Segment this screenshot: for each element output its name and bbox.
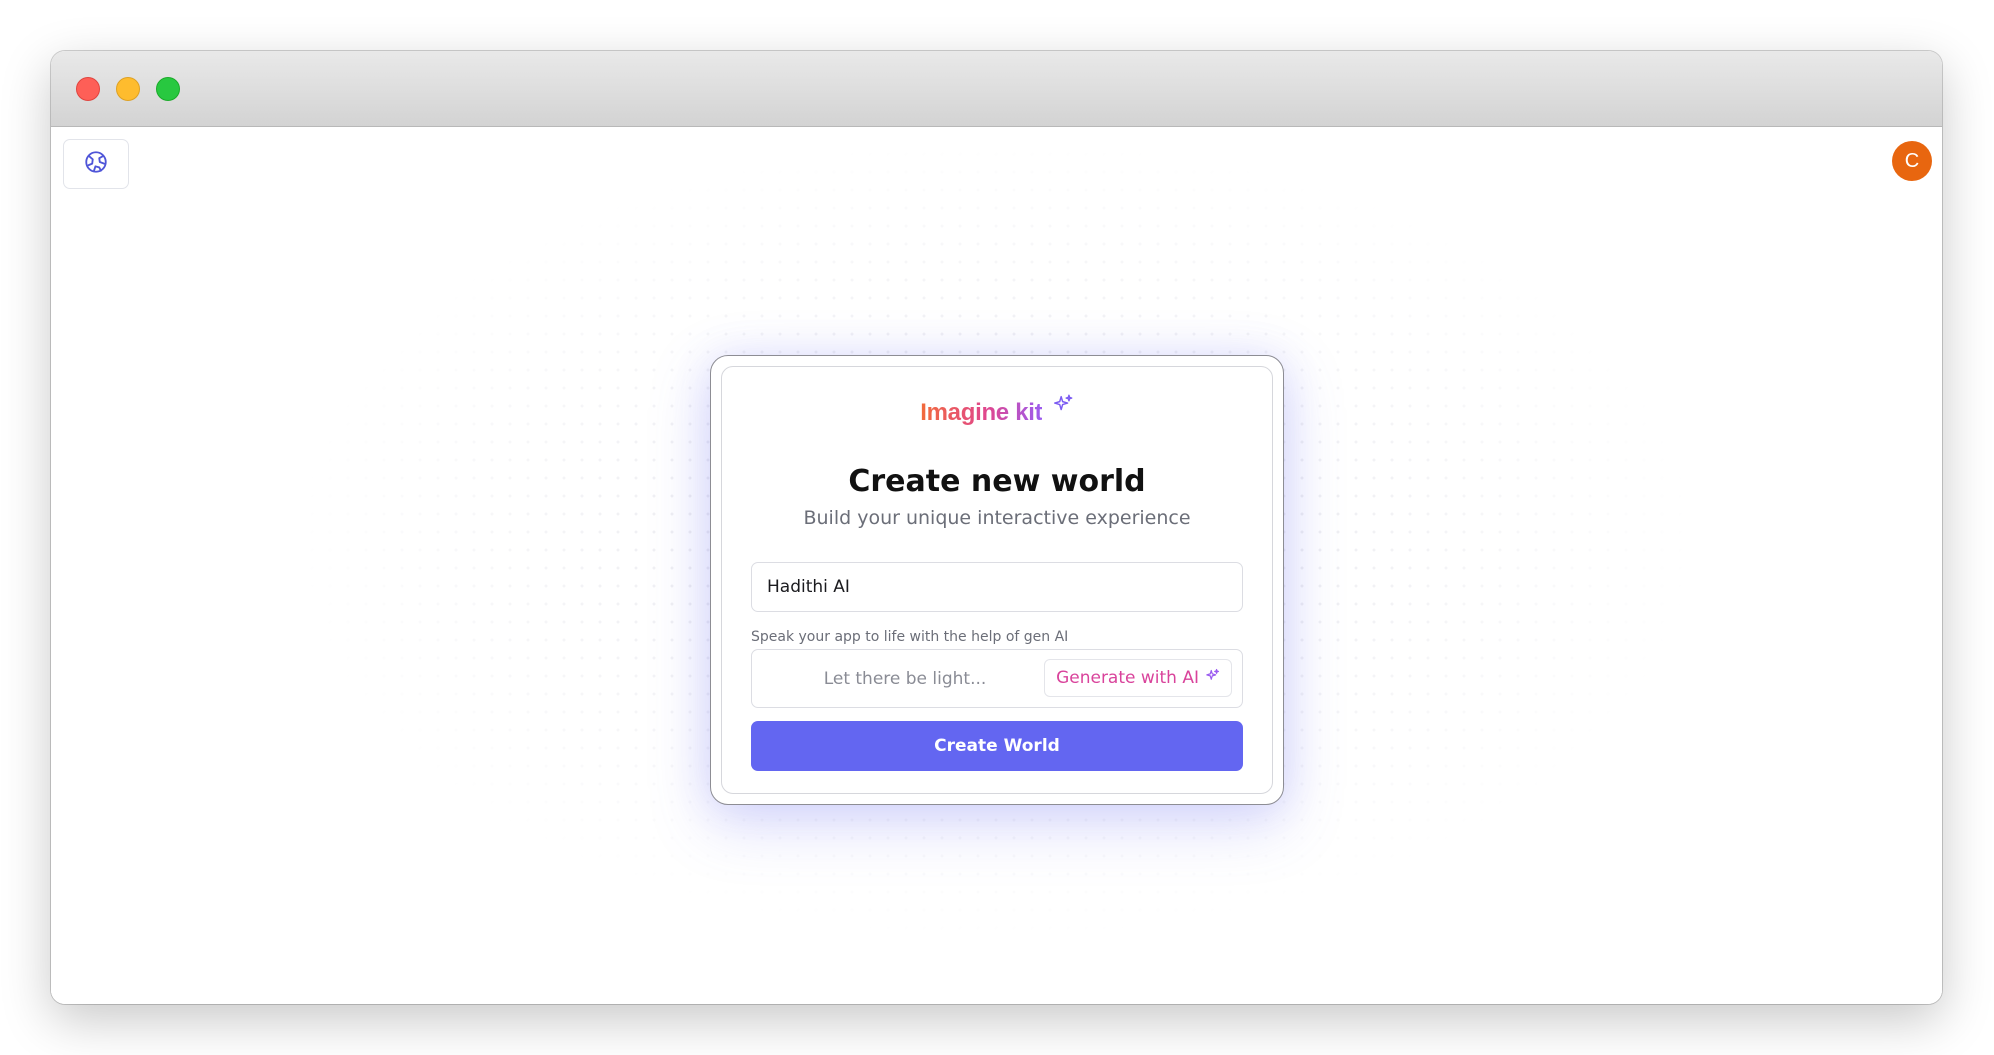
- prompt-input[interactable]: [758, 658, 1052, 700]
- window-minimize-button[interactable]: [116, 77, 140, 101]
- avatar-initial: C: [1904, 149, 1920, 172]
- create-world-card-inner: Imagine kit Create new world Build your …: [721, 366, 1273, 794]
- window-close-button[interactable]: [76, 77, 100, 101]
- user-avatar[interactable]: C: [1892, 141, 1932, 181]
- generate-with-ai-button[interactable]: Generate with AI: [1044, 659, 1232, 697]
- window-titlebar: [51, 51, 1942, 127]
- home-button[interactable]: [63, 139, 129, 189]
- page-content: C Imagine kit Create new world Build you…: [51, 127, 1942, 1004]
- sparkle-icon: [1205, 668, 1220, 688]
- create-world-button[interactable]: Create World: [751, 721, 1243, 771]
- sparkle-icon: [1052, 393, 1074, 422]
- prompt-helper-text: Speak your app to life with the help of …: [751, 629, 1069, 645]
- brand-name: Imagine kit: [920, 399, 1043, 426]
- globe-icon: [83, 149, 109, 179]
- page-title: Create new world: [848, 464, 1146, 499]
- desktop: C Imagine kit Create new world Build you…: [0, 0, 1994, 1055]
- page-subtitle: Build your unique interactive experience: [803, 507, 1191, 529]
- window-maximize-button[interactable]: [156, 77, 180, 101]
- create-world-card: Imagine kit Create new world Build your …: [710, 355, 1284, 805]
- prompt-field-container: Generate with AI: [751, 649, 1243, 708]
- world-name-input[interactable]: [751, 562, 1243, 612]
- generate-label: Generate with AI: [1056, 668, 1199, 688]
- browser-window: C Imagine kit Create new world Build you…: [51, 51, 1942, 1004]
- brand-logo: Imagine kit: [722, 394, 1272, 427]
